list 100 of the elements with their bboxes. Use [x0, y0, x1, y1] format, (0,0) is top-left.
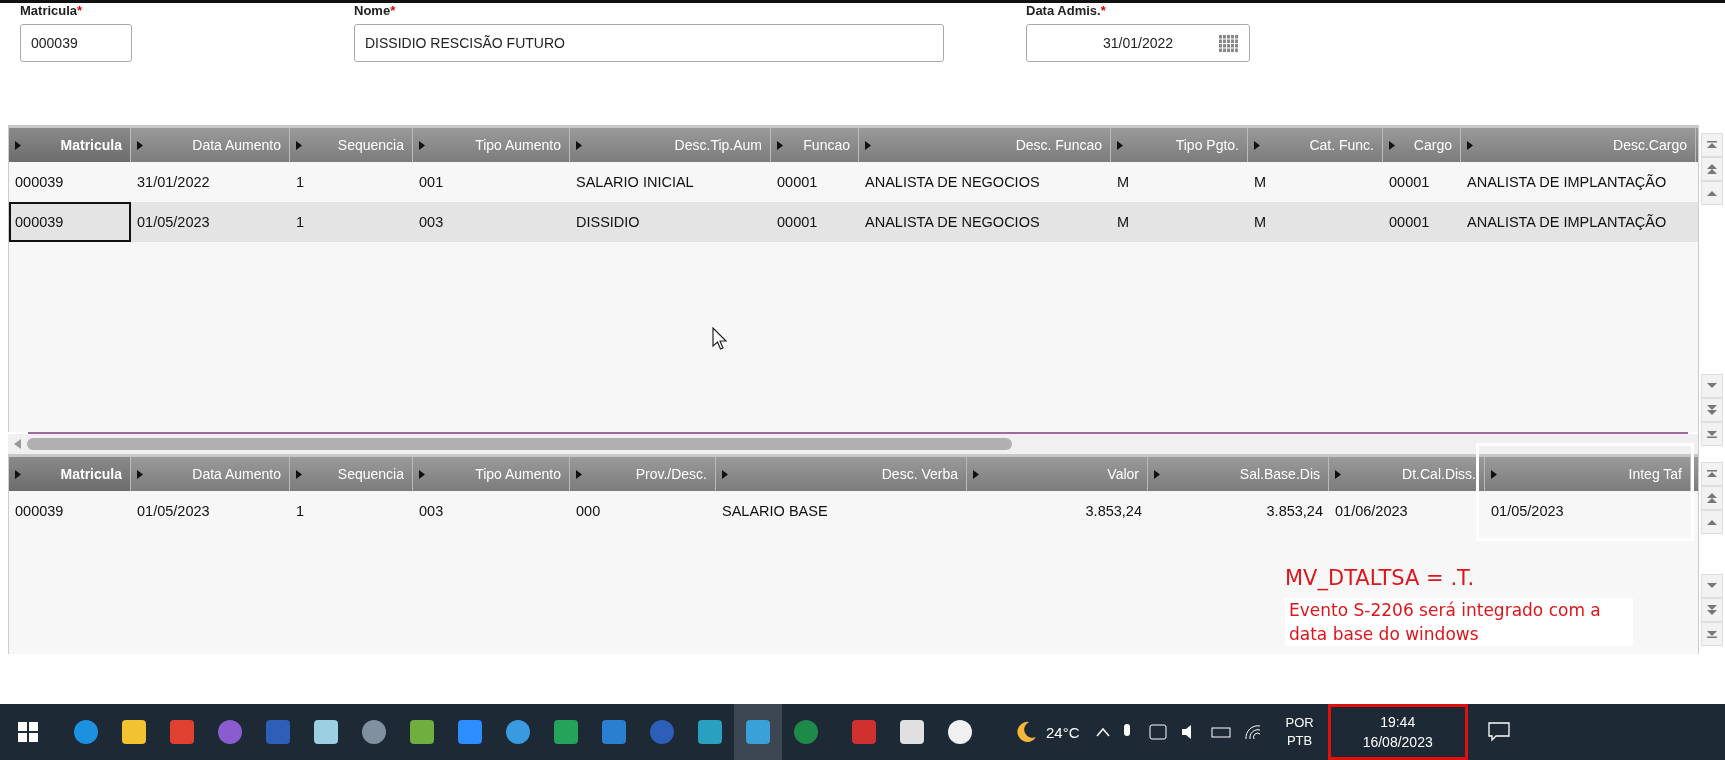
column-header[interactable]: Matricula [9, 128, 131, 162]
app-icon [601, 719, 627, 745]
table-cell-text: 00001 [776, 213, 819, 232]
triangle-icon [137, 469, 143, 479]
scroll-down-icon [1707, 430, 1717, 438]
triangle-icon [576, 140, 582, 150]
table-cell-text: 01/05/2023 [136, 502, 211, 521]
field-label: Nome* [354, 3, 397, 18]
clock-highlight-frame[interactable]: 19:44 16/08/2023 [1327, 704, 1468, 760]
field-label: Data Admis.* [1026, 3, 1107, 18]
table-cell-text: ANALISTA DE IMPLANTAÇÃO [1466, 213, 1668, 232]
table-cell-text: 3.853,24 [1084, 502, 1143, 521]
app-icon [217, 719, 243, 745]
triangle-icon [1335, 469, 1341, 479]
page-up-button[interactable] [1701, 486, 1723, 510]
triangle-icon [419, 140, 425, 150]
page-down-button[interactable] [1701, 398, 1723, 422]
scroll-up-icon [1707, 141, 1717, 149]
scroll-up-button[interactable] [1701, 510, 1723, 534]
triangle-icon [1154, 469, 1160, 479]
app-icon [745, 719, 771, 745]
scroll-down-button[interactable] [1701, 574, 1723, 598]
triangle-icon [296, 140, 302, 150]
triangle-icon [865, 140, 871, 150]
table-cell-text: 3.853,24 [1265, 502, 1324, 521]
column-header[interactable]: Matricula [9, 457, 131, 491]
date-field[interactable]: 31/01/2022 [1026, 24, 1250, 62]
triangle-icon [1491, 469, 1497, 479]
table-cell-text: 000039 [14, 173, 65, 192]
notification-icon[interactable] [1487, 722, 1510, 742]
triangle-icon [419, 469, 425, 479]
scroll-up-icon [1707, 163, 1717, 175]
table-row[interactable]: 000039 01/05/2023 1 003 DISSIDIO 00001 ANALISTA DE NEGOCIOS M M 00001 ANALISTA DE IMPLANTAÇÃO [9, 202, 1698, 242]
table-cell-text: 003 [418, 502, 445, 521]
triangle-icon [1254, 140, 1260, 150]
triangle-icon [576, 469, 582, 479]
scroll-down-button[interactable] [1701, 374, 1723, 398]
calendar-icon [1219, 35, 1239, 53]
input-field[interactable]: DISSIDIO RESCISÃO FUTURO [354, 24, 944, 62]
table-cell-text: M [1116, 173, 1131, 192]
triangle-icon [1389, 140, 1395, 150]
chevron-up-icon[interactable] [1095, 727, 1110, 737]
mouse-pointer-icon [712, 327, 728, 351]
table-cell-text: 003 [418, 213, 445, 232]
table-cell-text: ANALISTA DE NEGOCIOS [864, 213, 1041, 232]
table-cell-text: 000 [575, 502, 602, 521]
table-cell-text: 000039 [14, 502, 65, 521]
triangle-icon [15, 469, 21, 479]
scroll-down-icon [1707, 630, 1717, 638]
page-up-button[interactable] [1701, 157, 1723, 181]
horizontal-scrollbar[interactable] [8, 434, 1698, 454]
app-icon [899, 719, 925, 745]
app-icon [313, 719, 339, 745]
field-label: Matricula* [20, 3, 84, 18]
triangle-icon [296, 469, 302, 479]
app-icon [649, 719, 675, 745]
clock-time: 19:44 [1380, 713, 1416, 732]
table-cell-text: 00001 [776, 173, 819, 192]
keyboard-layout-indicator[interactable]: PTB [1286, 732, 1313, 750]
table-cell-text: ANALISTA DE NEGOCIOS [864, 173, 1041, 192]
triangle-icon [1117, 140, 1123, 150]
table-cell-text: 01/05/2023 [136, 213, 211, 232]
scroll-up-icon [1707, 470, 1717, 478]
input-field[interactable]: 000039 [20, 24, 132, 62]
scroll-top-button[interactable] [1701, 462, 1723, 486]
clock-date: 16/08/2023 [1362, 733, 1433, 752]
table-cell-text: M [1253, 213, 1268, 232]
table-cell-text: 01/06/2023 [1334, 502, 1409, 521]
app-icon [361, 719, 387, 745]
page-down-button[interactable] [1701, 598, 1723, 622]
table-cell-text: M [1116, 213, 1131, 232]
moon-icon [1014, 720, 1038, 744]
app-icon [409, 719, 435, 745]
weather-temperature: 24°C [1046, 723, 1080, 741]
scroll-left-icon [14, 439, 21, 449]
scroll-down-icon [1707, 604, 1717, 616]
scroll-top-button[interactable] [1701, 133, 1723, 157]
table-cell-text: 1 [295, 173, 306, 192]
scroll-down-icon [1707, 582, 1717, 590]
app-icon [697, 719, 723, 745]
app-icon [169, 719, 195, 745]
app-icon [457, 719, 483, 745]
app-icon [947, 719, 973, 745]
table-cell-text: 1 [295, 213, 306, 232]
windows-logo-icon [18, 722, 38, 742]
scroll-up-icon [1707, 189, 1717, 197]
table-cell-text: SALARIO INICIAL [575, 173, 695, 192]
table-cell-text: 31/01/2022 [136, 173, 211, 192]
app-icon [121, 719, 147, 745]
table-cell-text: DISSIDIO [575, 213, 641, 232]
scroll-bottom-button[interactable] [1701, 622, 1723, 646]
scroll-bottom-button[interactable] [1701, 422, 1723, 446]
table-cell-text: ANALISTA DE IMPLANTAÇÃO [1466, 173, 1668, 192]
app-icon [793, 719, 819, 745]
scroll-up-button[interactable] [1701, 181, 1723, 205]
scrollbar-thumb[interactable] [27, 438, 1012, 450]
app-icon [851, 719, 877, 745]
language-indicator[interactable]: POR [1285, 714, 1314, 732]
scroll-up-icon [1707, 492, 1717, 504]
table-cell-text: 1 [295, 502, 306, 521]
